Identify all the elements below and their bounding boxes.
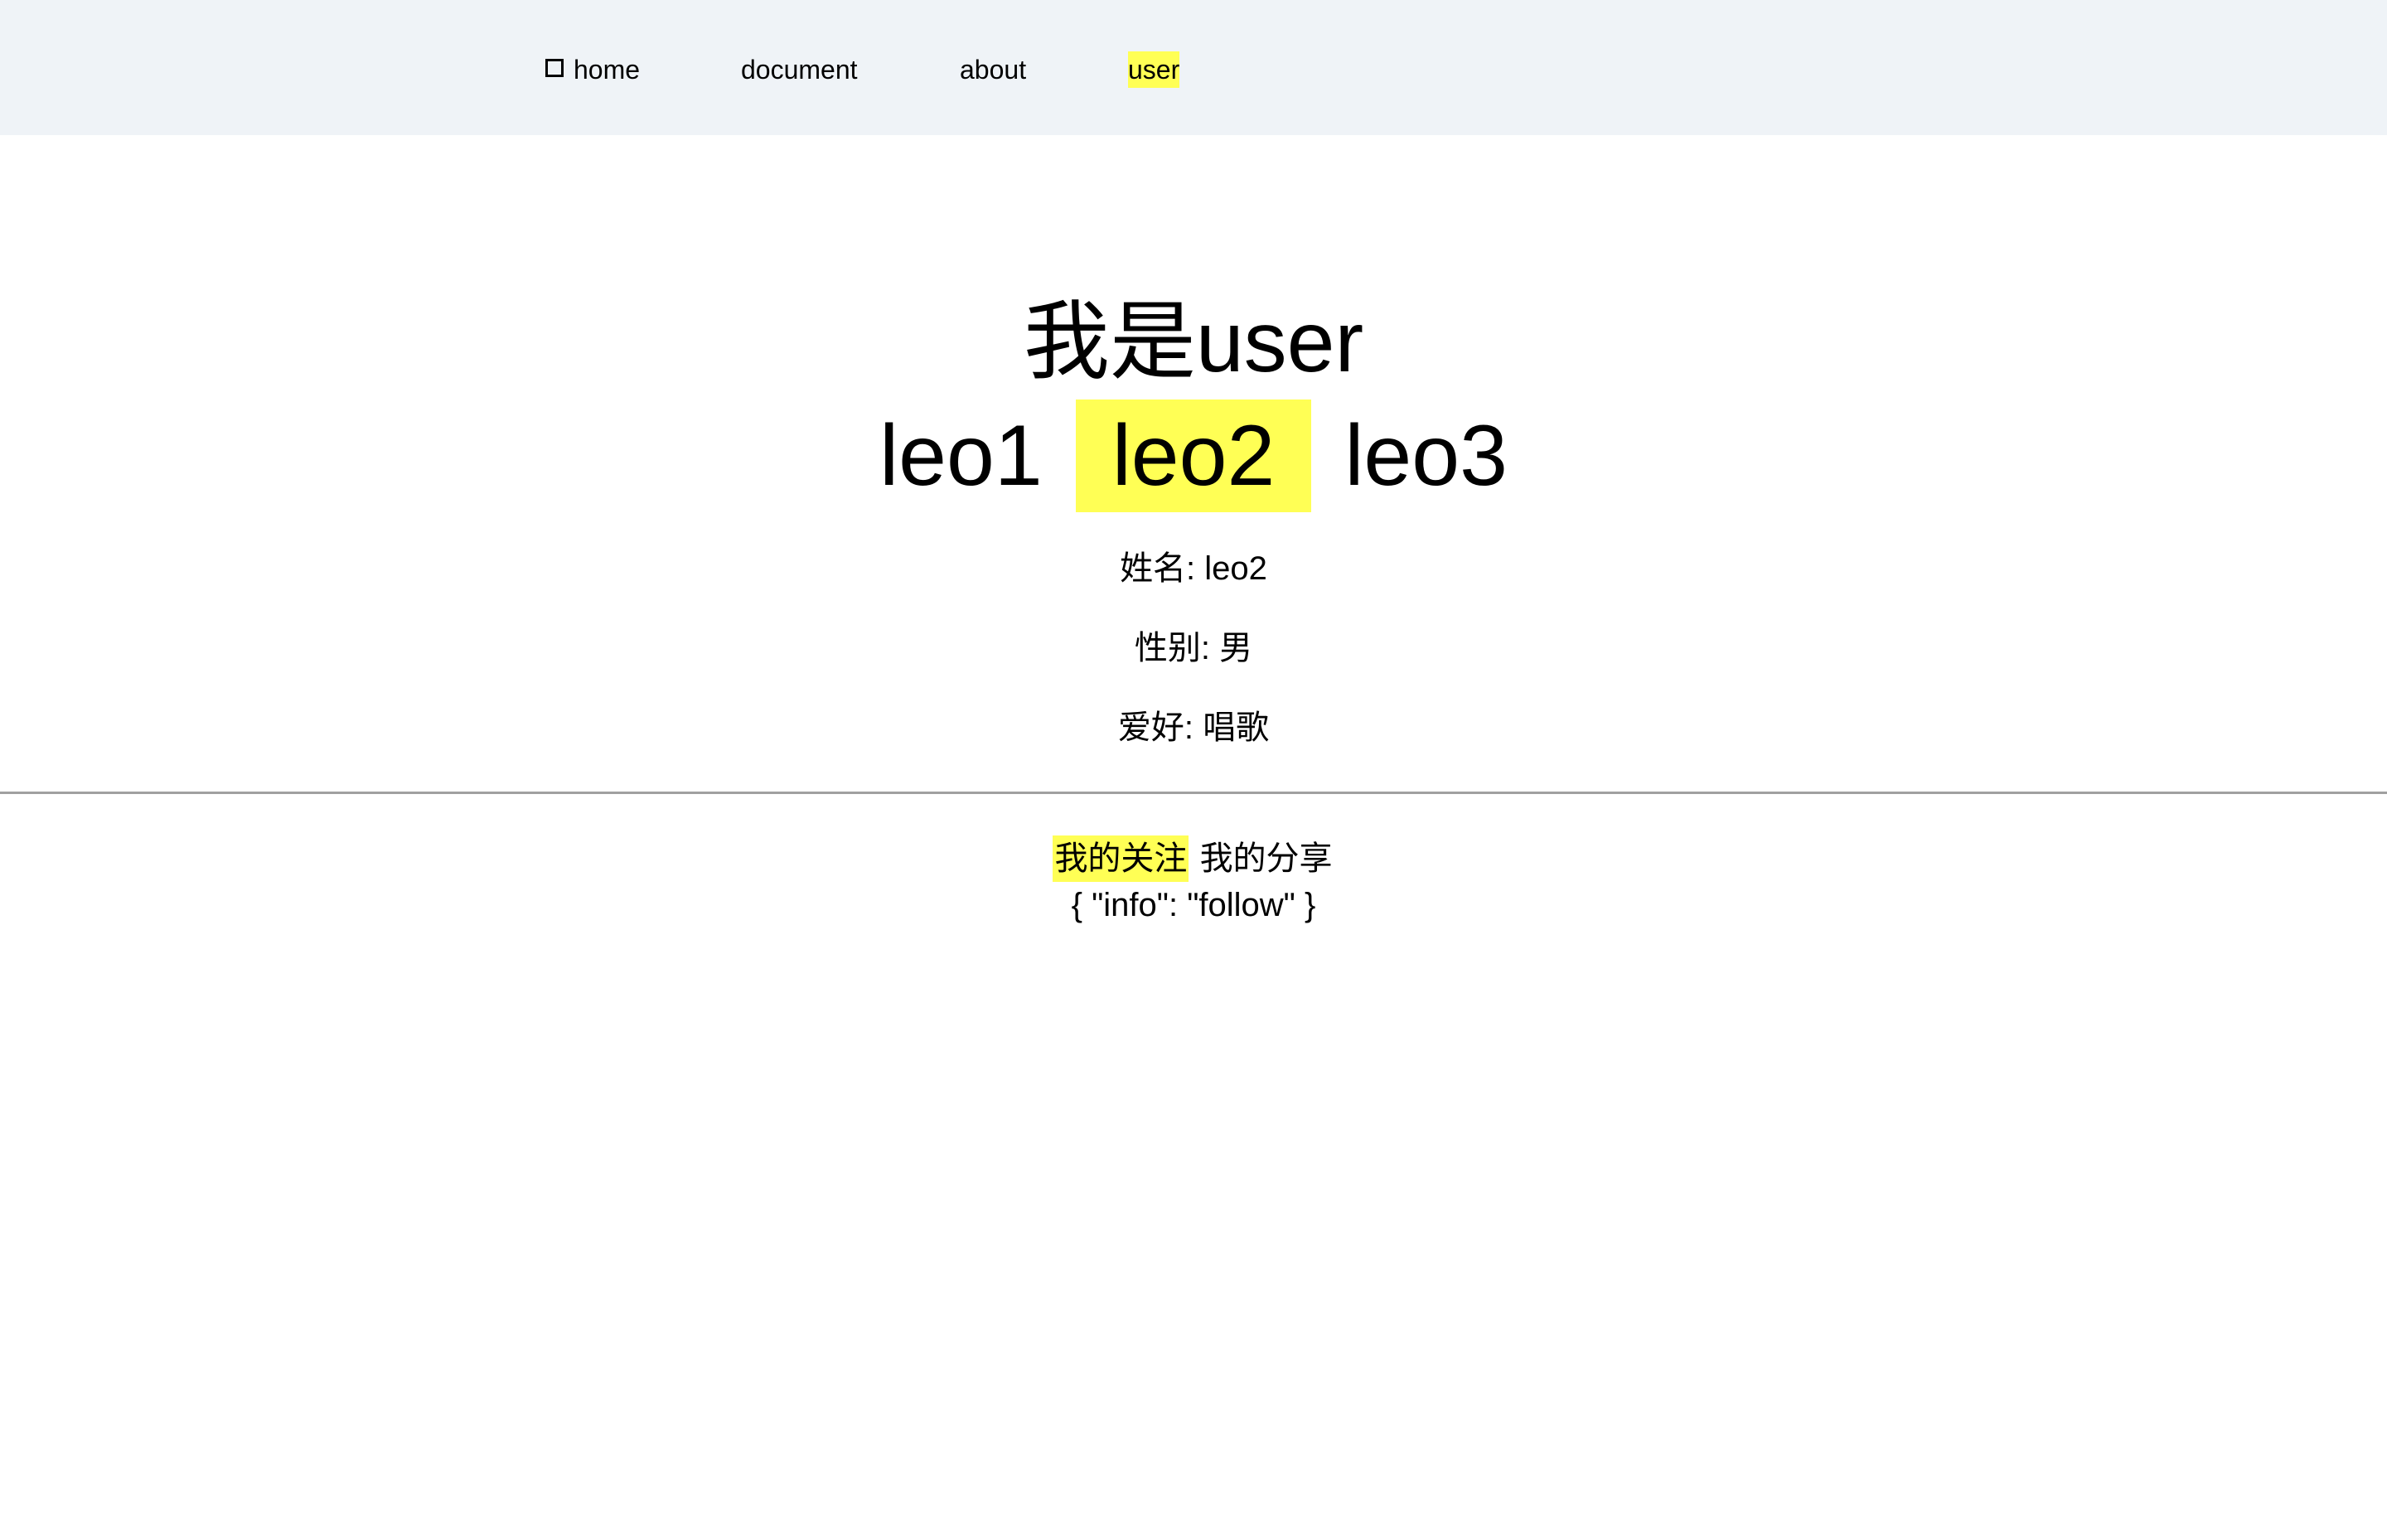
user-name-detail: 姓名: leo2 xyxy=(1120,550,1267,587)
nav-about-label: about xyxy=(960,54,1027,85)
nav-document-label: document xyxy=(741,54,858,85)
user-link-leo1[interactable]: leo1 xyxy=(843,400,1079,512)
tab-my-follows[interactable]: 我的关注 xyxy=(1053,835,1189,882)
nav-home-label: home xyxy=(574,54,641,85)
nav-home-link[interactable]: home xyxy=(545,0,640,135)
nav-user-label: user xyxy=(1128,51,1180,88)
nav-user-link[interactable]: user xyxy=(1128,0,1180,135)
json-output: { "info": "follow" } xyxy=(1071,887,1316,923)
page-title: 我是user xyxy=(1023,294,1364,390)
divider xyxy=(0,792,2387,794)
user-list: leo1 leo2 leo3 xyxy=(0,400,2387,512)
user-link-leo3[interactable]: leo3 xyxy=(1308,400,1544,512)
tab-my-shares[interactable]: 我的分享 xyxy=(1198,835,1334,882)
top-nav: home document about user xyxy=(0,0,2387,135)
nav-about-link[interactable]: about xyxy=(960,0,1026,135)
nav-document-link[interactable]: document xyxy=(741,0,858,135)
sub-tabs: 我的关注 我的分享 xyxy=(0,835,2387,882)
broken-image-icon xyxy=(545,58,564,77)
user-gender-detail: 性别: 男 xyxy=(1134,630,1253,666)
user-link-leo2[interactable]: leo2 xyxy=(1075,400,1312,512)
user-hobby-detail: 爱好: 唱歌 xyxy=(1117,709,1270,746)
